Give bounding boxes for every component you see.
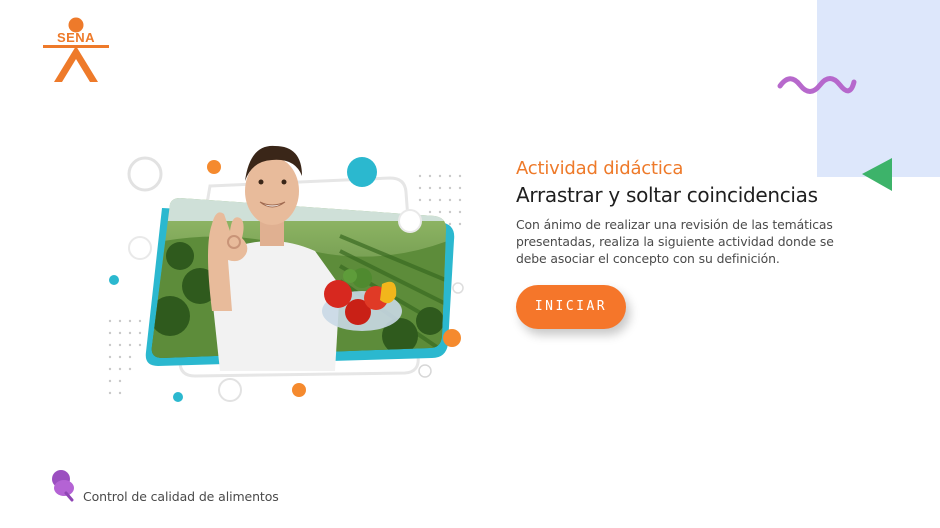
hero-illustration bbox=[108, 145, 464, 402]
activity-title: Arrastrar y soltar coincidencias bbox=[516, 183, 818, 207]
wave-decoration bbox=[777, 76, 857, 94]
start-button[interactable]: INICIAR bbox=[516, 285, 626, 329]
thumbtack-icon bbox=[52, 470, 74, 502]
play-triangle-decoration bbox=[862, 158, 892, 191]
sena-logo: SENA bbox=[43, 17, 109, 82]
activity-description: Con ánimo de realizar una revisión de la… bbox=[516, 217, 834, 266]
svg-text:SENA: SENA bbox=[57, 30, 95, 45]
activity-type-label: Actividad didáctica bbox=[516, 158, 684, 179]
course-name: Control de calidad de alimentos bbox=[83, 489, 279, 504]
